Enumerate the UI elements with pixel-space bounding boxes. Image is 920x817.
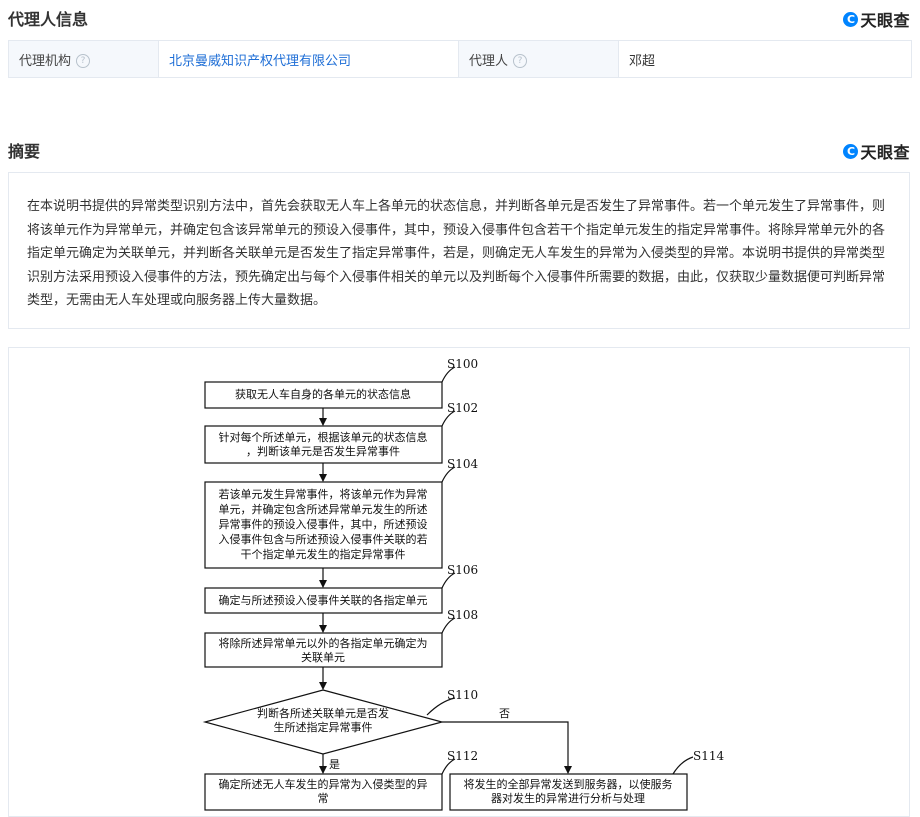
tianyancha-logo-icon: C bbox=[843, 143, 859, 159]
agent-info-row: 代理机构? 北京曼威知识产权代理有限公司 代理人? 邓超 bbox=[8, 40, 912, 78]
step-text-s108: 将除所述异常单元以外的各指定单元确定为 bbox=[219, 636, 428, 650]
step-text-s100: 获取无人车自身的各单元的状态信息 bbox=[235, 387, 411, 401]
step-text-s112: 常 bbox=[318, 792, 329, 805]
help-icon[interactable]: ? bbox=[513, 54, 528, 68]
step-leader bbox=[672, 756, 694, 775]
flowchart-svg: 获取无人车自身的各单元的状态信息针对每个所述单元，根据该单元的状态信息，判断该单… bbox=[202, 357, 724, 811]
yes-label: 是 bbox=[329, 758, 340, 771]
agency-label: 代理机构 bbox=[19, 53, 72, 69]
step-text-s112: 确定所述无人车发生的异常为入侵类型的异 bbox=[219, 777, 428, 791]
step-text-s108: 关联单元 bbox=[301, 650, 345, 664]
agency-link[interactable]: 北京曼威知识产权代理有限公司 bbox=[169, 54, 351, 69]
step-text-s106: 确定与所述预设入侵事件关联的各指定单元 bbox=[219, 593, 428, 607]
step-text-s102: ，判断该单元是否发生异常事件 bbox=[246, 444, 400, 458]
abstract-text: 在本说明书提供的异常类型识别方法中，首先会获取无人车上各单元的状态信息，并判断各… bbox=[27, 199, 886, 308]
step-text-s102: 针对每个所述单元，根据该单元的状态信息 bbox=[219, 430, 428, 444]
tianyancha-logo-icon: C bbox=[843, 11, 859, 27]
abstract-box: 在本说明书提供的异常类型识别方法中，首先会获取无人车上各单元的状态信息，并判断各… bbox=[8, 172, 910, 329]
no-label: 否 bbox=[499, 707, 510, 720]
agent-label-cell: 代理人? bbox=[458, 40, 619, 78]
step-id-s114: S114 bbox=[693, 749, 724, 763]
tianyancha-logo: C 天眼查 bbox=[843, 139, 910, 163]
abstract-section-header: 摘要 C 天眼查 bbox=[8, 134, 912, 166]
step-text-s104: 干个指定单元发生的指定异常事件 bbox=[241, 547, 406, 561]
step-id-s104: S104 bbox=[447, 457, 478, 471]
help-icon[interactable]: ? bbox=[76, 54, 91, 68]
step-text-s110: 判断各所述关联单元是否发 bbox=[257, 706, 389, 720]
step-text-s104: 入侵事件包含与所述预设入侵事件关联的若 bbox=[219, 532, 428, 546]
agent-section-title: 代理人信息 bbox=[8, 10, 89, 29]
agent-info-table: 代理机构? 北京曼威知识产权代理有限公司 代理人? 邓超 bbox=[8, 40, 912, 78]
tianyancha-logo-text: 天眼查 bbox=[860, 11, 910, 30]
step-id-s110: S110 bbox=[447, 688, 478, 702]
agent-label: 代理人 bbox=[469, 53, 509, 69]
abstract-section-title: 摘要 bbox=[8, 142, 41, 161]
agent-value-cell: 邓超 bbox=[618, 40, 912, 78]
step-text-s104: 若该单元发生异常事件，将该单元作为异常 bbox=[219, 487, 428, 501]
tianyancha-logo-text: 天眼查 bbox=[860, 143, 910, 162]
step-id-s100: S100 bbox=[447, 357, 478, 371]
step-id-s106: S106 bbox=[447, 563, 478, 577]
step-id-s108: S108 bbox=[447, 608, 478, 622]
step-id-s112: S112 bbox=[447, 749, 478, 763]
step-text-s114: 将发生的全部异常发送到服务器，以使服务 bbox=[464, 777, 673, 791]
agency-value-cell: 北京曼威知识产权代理有限公司 bbox=[158, 40, 459, 78]
step-id-s102: S102 bbox=[447, 401, 478, 415]
step-text-s114: 器对发生的异常进行分析与处理 bbox=[491, 791, 645, 805]
flow-arrow-no bbox=[442, 721, 572, 774]
tianyancha-logo: C 天眼查 bbox=[843, 7, 910, 31]
abstract-figure: 获取无人车自身的各单元的状态信息针对每个所述单元，根据该单元的状态信息 ，判断该单… bbox=[8, 347, 910, 817]
agent-section-header: 代理人信息 C 天眼查 bbox=[8, 2, 912, 34]
agent-name: 邓超 bbox=[629, 53, 656, 69]
agency-label-cell: 代理机构? bbox=[8, 40, 159, 78]
step-text-s110: 生所述指定异常事件 bbox=[274, 720, 373, 734]
step-text-s104: 单元，并确定包含所述异常单元发生的所述 bbox=[219, 502, 428, 516]
step-text-s104: 异常事件的预设入侵事件，其中，所述预设 bbox=[219, 517, 428, 531]
